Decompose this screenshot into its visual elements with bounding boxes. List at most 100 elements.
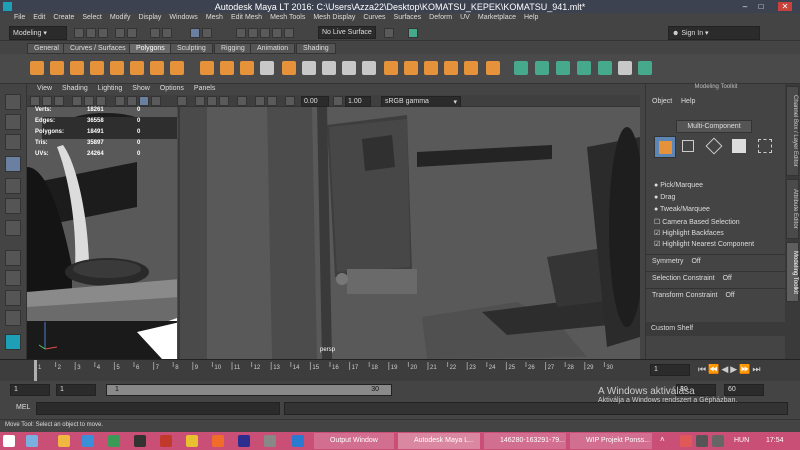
render-frame-icon[interactable] (384, 28, 394, 38)
toolkit-menu-object[interactable]: Object (652, 98, 672, 105)
select-tool-icon[interactable] (5, 94, 21, 110)
append-polygon-icon[interactable] (424, 61, 438, 75)
tab-attribute-editor[interactable]: Attribute Editor (786, 179, 799, 239)
task-maya[interactable]: Autodesk Maya L... (398, 433, 480, 449)
target-weld-icon[interactable] (362, 61, 376, 75)
select-object-icon[interactable] (162, 28, 172, 38)
smooth-icon[interactable] (240, 61, 254, 75)
radio-pick-marquee[interactable]: ● Pick/Marquee (654, 182, 703, 189)
clock[interactable]: 17:54 (766, 437, 784, 444)
poly-pipe-icon[interactable] (170, 61, 184, 75)
go-to-start-icon[interactable]: ⏮ (698, 364, 708, 374)
smooth-shade-icon[interactable] (127, 96, 137, 106)
snap-curve-icon[interactable] (248, 28, 258, 38)
lasso-tool-icon[interactable] (5, 114, 21, 130)
exposure-icon[interactable] (285, 96, 295, 106)
shelf-tab-polygons[interactable]: Polygons (129, 43, 172, 54)
shelf-tab-sculpting[interactable]: Sculpting (170, 43, 213, 54)
tray-volume-icon[interactable] (712, 435, 724, 447)
fill-hole-icon[interactable] (384, 61, 398, 75)
viewport-menu-lighting[interactable]: Lighting (93, 84, 128, 95)
maximize-button[interactable]: □ (756, 2, 766, 11)
redo-icon[interactable] (127, 28, 137, 38)
scale-tool-icon[interactable] (5, 198, 21, 214)
menu-windows[interactable]: Windows (165, 13, 201, 24)
move-tool-icon[interactable] (5, 156, 21, 172)
vertex-mode-icon[interactable] (682, 140, 694, 152)
snap-grid-icon[interactable] (236, 28, 246, 38)
bridge-icon[interactable] (302, 61, 316, 75)
collapse-icon[interactable] (464, 61, 478, 75)
menu-file[interactable]: File (10, 13, 29, 24)
viewport-menu-view[interactable]: View (32, 84, 57, 95)
menu-mesh-display[interactable]: Mesh Display (309, 13, 359, 24)
motion-blur-icon[interactable] (207, 96, 217, 106)
poly-plane-icon[interactable] (110, 61, 124, 75)
render-ipr-icon[interactable] (408, 28, 418, 38)
unfold-uv-icon[interactable] (638, 61, 652, 75)
menu-marketplace[interactable]: Marketplace (474, 13, 520, 24)
layout-four-icon[interactable] (5, 270, 21, 286)
merge-icon[interactable] (444, 61, 458, 75)
undo-icon[interactable] (115, 28, 125, 38)
layout-outliner-icon[interactable] (5, 310, 21, 326)
checkbox-camera-based[interactable]: ☐ Camera Based Selection (654, 218, 740, 226)
checkbox-highlight-backfaces[interactable]: ☑ Highlight Backfaces (654, 229, 724, 237)
maya-home-icon[interactable] (5, 334, 21, 350)
gamma-icon[interactable] (333, 96, 343, 106)
viewport-menu-options[interactable]: Options (155, 84, 189, 95)
menu-create[interactable]: Create (49, 13, 78, 24)
poly-torus-icon[interactable] (130, 61, 144, 75)
menu-edit[interactable]: Edit (29, 13, 49, 24)
cut-uv-icon[interactable] (598, 61, 612, 75)
cylindrical-mapping-icon[interactable] (556, 61, 570, 75)
grid-toggle-icon[interactable] (72, 96, 82, 106)
menu-display[interactable]: Display (134, 13, 165, 24)
go-to-end-icon[interactable]: ⏭ (752, 364, 762, 374)
automatic-mapping-icon[interactable] (577, 61, 591, 75)
close-button[interactable]: ✕ (778, 2, 792, 11)
checker-icon[interactable] (618, 61, 632, 75)
menu-surfaces[interactable]: Surfaces (390, 13, 426, 24)
tray-network-icon[interactable] (696, 435, 708, 447)
snap-view-plane-icon[interactable] (272, 28, 282, 38)
mode-dropdown[interactable]: Modeling ▾ (9, 26, 67, 40)
camera-attributes-icon[interactable] (30, 96, 40, 106)
planar-mapping-icon[interactable] (535, 61, 549, 75)
xray-icon[interactable] (255, 96, 265, 106)
firefox-icon[interactable] (212, 435, 224, 447)
sign-in-button[interactable]: ☻ Sign In ▾ (668, 26, 760, 40)
shelf-tab-shading[interactable]: Shading (296, 43, 336, 54)
custom-shelf-header[interactable]: Custom Shelf (646, 322, 786, 336)
menu-edit-mesh[interactable]: Edit Mesh (227, 13, 266, 24)
gamma-field[interactable]: 1.00 (345, 96, 371, 107)
separate-icon[interactable] (220, 61, 234, 75)
play-backward-icon[interactable]: ◀ (721, 364, 730, 374)
step-back-icon[interactable]: ⏪ (708, 364, 721, 374)
step-forward-icon[interactable]: ⏩ (739, 364, 752, 374)
viewport-menu-shading[interactable]: Shading (57, 84, 93, 95)
resolution-gate-icon[interactable] (96, 96, 106, 106)
poly-prism-icon[interactable] (150, 61, 164, 75)
bevel-icon[interactable] (322, 61, 336, 75)
shelf-tab-rigging[interactable]: Rigging (214, 43, 252, 54)
red-app-icon[interactable] (160, 435, 172, 447)
extrude-icon[interactable] (282, 61, 296, 75)
task-output-window[interactable]: Output Window (314, 433, 394, 449)
photoshop-icon[interactable] (238, 435, 250, 447)
last-tool-icon[interactable] (5, 220, 21, 236)
make-live-icon[interactable] (284, 28, 294, 38)
excel-icon[interactable] (108, 435, 120, 447)
ambient-occlusion-icon[interactable] (195, 96, 205, 106)
viewport-menu-panels[interactable]: Panels (189, 84, 220, 95)
menu-curves[interactable]: Curves (359, 13, 389, 24)
poly-cube-icon[interactable] (50, 61, 64, 75)
rotate-tool-icon[interactable] (5, 178, 21, 194)
radio-drag[interactable]: ● Drag (654, 194, 675, 201)
task-wip-projekt[interactable]: WIP Projekt Ponss... (570, 433, 652, 449)
paint-select-icon[interactable] (5, 134, 21, 150)
multi-component-button[interactable]: Multi-Component (676, 120, 752, 133)
menu-help[interactable]: Help (520, 13, 542, 24)
pick-mask-icon[interactable] (202, 28, 212, 38)
menu-uv[interactable]: UV (456, 13, 474, 24)
